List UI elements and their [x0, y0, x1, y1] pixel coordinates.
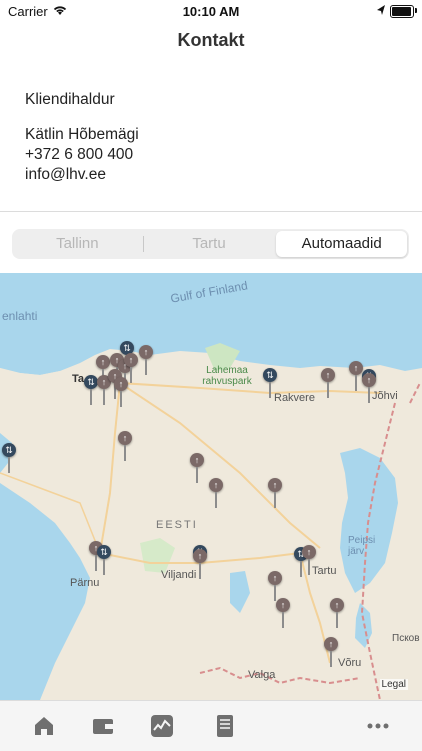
- map-label-valga: Valga: [248, 669, 276, 681]
- up-arrow-icon: ↑: [366, 375, 372, 385]
- up-arrow-icon: ↑: [280, 600, 286, 610]
- location-arrow-icon: [376, 4, 386, 19]
- up-arrow-icon: ↑: [194, 455, 200, 465]
- battery-tip-icon: [415, 8, 417, 13]
- atm-cluster-pin[interactable]: ⇅: [263, 368, 277, 398]
- contact-card: Kliendihaldur Kätlin Hõbemägi +372 6 800…: [25, 90, 139, 185]
- up-arrow-icon: ↑: [197, 551, 203, 561]
- map-legal-link[interactable]: Legal: [379, 679, 408, 690]
- atm-pin[interactable]: ↑: [330, 598, 344, 628]
- map-label-parnu: Pärnu: [70, 577, 100, 589]
- atm-pin[interactable]: ↑: [362, 373, 376, 403]
- up-arrow-icon: ↑: [325, 370, 331, 380]
- map-label-pskov: Псков: [392, 633, 420, 644]
- atm-pin[interactable]: ↑: [321, 368, 335, 398]
- document-icon[interactable]: [212, 713, 238, 739]
- up-arrow-icon: ↑: [118, 379, 124, 389]
- map-label-johvi: Jõhvi: [372, 390, 398, 402]
- tab-bar: [0, 700, 422, 751]
- atm-pin[interactable]: ↑: [114, 377, 128, 407]
- atm-pin[interactable]: ↑: [276, 598, 290, 628]
- swap-arrows-icon: ⇅: [87, 377, 95, 387]
- map-view[interactable]: Gulf of Finland enlahti Ta Lahemaa rahvu…: [0, 273, 422, 700]
- segment-automaadid[interactable]: Automaadid: [276, 231, 408, 257]
- up-arrow-icon: ↑: [100, 357, 106, 367]
- home-icon[interactable]: [31, 713, 57, 739]
- atm-pin[interactable]: ↑: [209, 478, 223, 508]
- up-arrow-icon: ↑: [213, 480, 219, 490]
- map-label-eesti: EESTI: [156, 519, 198, 531]
- page-title: Kontakt: [177, 30, 245, 50]
- atm-pin[interactable]: ↑: [324, 637, 338, 667]
- atm-pin[interactable]: ↑: [118, 431, 132, 461]
- contact-role: Kliendihaldur: [25, 91, 115, 108]
- wallet-icon[interactable]: [90, 713, 116, 739]
- contact-phone[interactable]: +372 6 800 400: [25, 145, 139, 165]
- up-arrow-icon: ↑: [353, 363, 359, 373]
- segment-tartu[interactable]: Tartu: [144, 231, 275, 257]
- up-arrow-icon: ↑: [306, 547, 312, 557]
- atm-pin[interactable]: ↑: [139, 345, 153, 375]
- up-arrow-icon: ↑: [272, 573, 278, 583]
- status-bar: Carrier 10:10 AM: [0, 0, 422, 22]
- atm-cluster-pin[interactable]: ⇅: [2, 443, 16, 473]
- swap-arrows-icon: ⇅: [100, 547, 108, 557]
- map-label-enlahti: enlahti: [2, 309, 38, 323]
- up-arrow-icon: ↑: [328, 639, 334, 649]
- battery-icon: [390, 5, 414, 18]
- atm-cluster-pin[interactable]: ⇅: [84, 375, 98, 405]
- clock: 10:10 AM: [182, 4, 240, 19]
- atm-pin[interactable]: ↑: [190, 453, 204, 483]
- atm-pin[interactable]: ↑: [268, 478, 282, 508]
- atm-pin[interactable]: ↑: [349, 361, 363, 391]
- segment-tallinn[interactable]: Tallinn: [12, 231, 143, 257]
- more-icon[interactable]: [365, 713, 391, 739]
- map-label-tallinn: Ta: [72, 373, 85, 385]
- atm-pin[interactable]: ↑: [124, 353, 138, 383]
- up-arrow-icon: ↑: [334, 600, 340, 610]
- up-arrow-icon: ↑: [143, 347, 149, 357]
- segmented-control: Tallinn Tartu Automaadid: [12, 229, 409, 259]
- map-label-rakvere: Rakvere: [274, 392, 315, 404]
- swap-arrows-icon: ⇅: [266, 370, 274, 380]
- atm-pin[interactable]: ↑: [268, 571, 282, 601]
- up-arrow-icon: ↑: [122, 433, 128, 443]
- atm-pin[interactable]: ↑: [193, 549, 207, 579]
- map-label-viljandi: Viljandi: [161, 569, 197, 581]
- map-label-voru: Võru: [338, 657, 362, 669]
- atm-cluster-pin[interactable]: ⇅: [97, 545, 111, 575]
- map-label-tartu: Tartu: [312, 565, 337, 577]
- map-label-peipsi: Peipsi järv: [348, 535, 376, 557]
- contact-name: Kätlin Hõbemägi: [25, 126, 139, 143]
- chart-icon[interactable]: [149, 713, 175, 739]
- map-label-lahemaa: Lahemaa rahvuspark: [202, 365, 252, 387]
- atm-pin[interactable]: ↑: [96, 355, 110, 385]
- atm-pin[interactable]: ↑: [302, 545, 316, 575]
- up-arrow-icon: ↑: [272, 480, 278, 490]
- contact-email[interactable]: info@lhv.ee: [25, 165, 139, 185]
- up-arrow-icon: ↑: [128, 355, 134, 365]
- divider: [0, 211, 422, 212]
- swap-arrows-icon: ⇅: [5, 445, 13, 455]
